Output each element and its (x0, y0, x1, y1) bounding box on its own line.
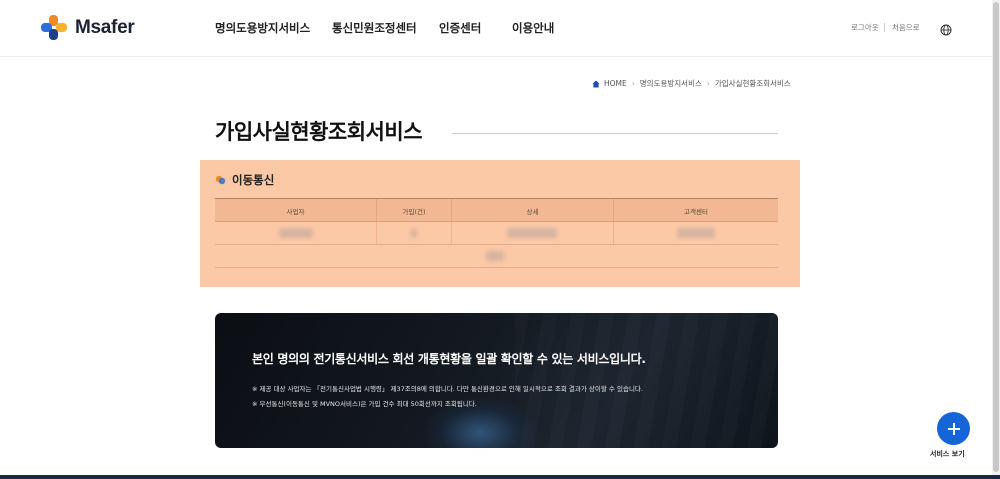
breadcrumb-current: 가입사실현황조회서비스 (714, 79, 791, 88)
column-divider (451, 222, 452, 244)
nav-item-usage-guide[interactable]: 이용안내 (512, 20, 554, 36)
column-header-detail: 상세 (526, 208, 539, 216)
column-divider (613, 222, 614, 244)
breadcrumb-section[interactable]: 명의도용방지서비스 (640, 78, 702, 89)
banner-note: ※ 무선통신(이동통신 및 MVNO서비스)은 가입 건수 최대 50회선까지 … (252, 400, 477, 408)
service-view-button[interactable] (937, 412, 970, 445)
column-header-carrier: 사업자 (286, 208, 305, 216)
chevron-right-icon: › (706, 79, 710, 88)
home-icon[interactable] (592, 80, 600, 88)
table-row (215, 245, 778, 268)
service-info-banner: 본인 명의의 전기통신서비스 회선 개통현황을 일괄 확인할 수 있는 서비스입… (215, 313, 778, 448)
plus-icon (947, 422, 960, 435)
banner-note: ※ 제공 대상 사업자는 「전기통신사업법 시행령」 제37조의8에 의합니다.… (252, 385, 643, 393)
home-link[interactable]: 처음으로 (892, 22, 920, 33)
column-header-count: 가입(건) (402, 208, 426, 216)
subscription-table: 사업자 가입(건) 상세 고객센터 (215, 198, 778, 268)
chevron-right-icon: › (631, 79, 635, 88)
section-bullet-icon (215, 175, 226, 185)
breadcrumb-home[interactable]: HOME (604, 79, 627, 88)
msafer-logo[interactable]: Msafer (39, 14, 135, 42)
nav-item-complaint-center[interactable]: 통신민원조정센터 (332, 20, 417, 36)
nav-item-certification-center[interactable]: 인증센터 (439, 20, 481, 36)
site-header: Msafer 명의도용방지서비스 통신민원조정센터 인증센터 이용안내 로그아웃… (0, 0, 1000, 57)
column-divider (376, 222, 377, 244)
table-row (215, 222, 778, 245)
column-header-customer-center: 고객센터 (684, 208, 708, 216)
logout-link[interactable]: 로그아웃 (851, 22, 879, 33)
scrollbar-thumb[interactable] (993, 2, 999, 472)
msafer-logo-icon (41, 15, 67, 40)
page-bottom-edge (0, 475, 1000, 479)
section-title: 이동통신 (232, 173, 275, 187)
globe-icon[interactable] (940, 21, 952, 40)
service-view-label[interactable]: 서비스 보기 (930, 449, 965, 459)
page-title: 가입사실현황조회서비스 (215, 120, 423, 144)
table-header: 사업자 가입(건) 상세 고객센터 (215, 199, 778, 222)
banner-background-keyboard (515, 313, 778, 448)
banner-headline: 본인 명의의 전기통신서비스 회선 개통현황을 일괄 확인할 수 있는 서비스입… (252, 352, 646, 366)
breadcrumb: HOME › 명의도용방지서비스 › 가입사실현황조회서비스 (592, 78, 791, 89)
redacted-detail (507, 228, 557, 238)
section-heading: 이동통신 (215, 172, 274, 188)
redacted-carrier (279, 228, 313, 238)
redacted-summary (486, 251, 504, 261)
util-divider (884, 23, 885, 32)
redacted-count (411, 228, 417, 238)
title-divider (452, 133, 778, 134)
logo-text: Msafer (75, 17, 135, 38)
vertical-scrollbar[interactable] (992, 0, 1000, 479)
redacted-customer-center (677, 228, 715, 238)
nav-item-identity-theft-prevention[interactable]: 명의도용방지서비스 (215, 20, 310, 36)
